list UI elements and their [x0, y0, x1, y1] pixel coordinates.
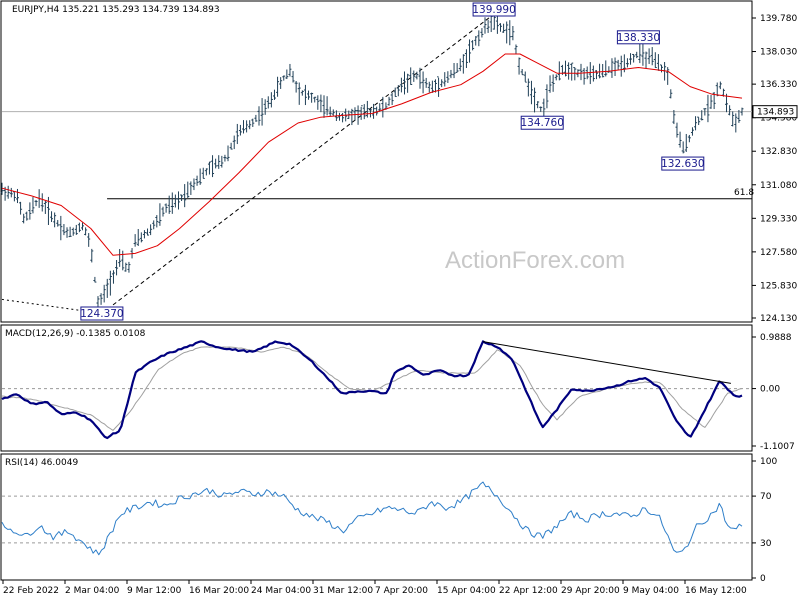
rsi-panel-frame [0, 453, 753, 581]
x-tick-label: 2 Mar 04:00 [65, 586, 120, 596]
x-tick-label: 16 Mar 20:00 [189, 586, 249, 596]
price-callout-label: 132.630 [661, 158, 704, 170]
y-tick-label: 0.00 [760, 385, 780, 395]
x-tick-label: 29 Apr 20:00 [561, 586, 620, 596]
fib-61-8-label: 61.8 [734, 188, 754, 198]
x-tick-label: 31 Mar 12:00 [313, 586, 373, 596]
y-tick-label: 124.130 [760, 314, 797, 324]
rsi-header: RSI(14) 46.0049 [5, 458, 78, 468]
price-callout: 124.370 [80, 306, 124, 321]
current-price-label: 134.893 [757, 108, 794, 118]
price-callout-label: 139.990 [472, 4, 515, 16]
x-axis-layer: 22 Feb 2022 2 Mar 04:00 9 Mar 12:00 16 Mar … [2, 580, 747, 596]
price-callout: 139.990 [472, 2, 516, 17]
y-tick-label: 129.330 [760, 214, 797, 224]
y-tick-label: 0.9888 [760, 333, 792, 343]
price-callout: 134.760 [520, 115, 564, 130]
y-tick-label: -1.1007 [760, 442, 795, 452]
price-header: EURJPY,H4 135.221 135.293 134.739 134.89… [12, 5, 220, 15]
macd-panel-frame [0, 324, 753, 452]
x-tick-label: 22 Feb 2022 [3, 586, 59, 596]
chart-canvas: EURJPY,H4 135.221 135.293 134.739 134.89… [0, 0, 798, 596]
x-tick-label: 15 Apr 04:00 [437, 586, 496, 596]
y-axis-layer: 139.780138.030136.330134.580132.830131.0… [752, 14, 798, 584]
price-callout: 132.630 [661, 156, 705, 171]
y-tick-label: 132.830 [760, 147, 797, 157]
current-price-tag: 134.893 [752, 105, 798, 119]
y-tick-label: 138.030 [760, 48, 797, 58]
watermark: ActionForex.com [445, 247, 625, 274]
x-tick-label: 22 Apr 12:00 [499, 586, 558, 596]
x-tick-label: 9 Mar 12:00 [127, 586, 182, 596]
x-tick-label: 9 May 04:00 [623, 586, 679, 596]
x-tick-label: 24 Mar 04:00 [251, 586, 311, 596]
y-tick-label: 100 [760, 457, 777, 467]
y-tick-label: 70 [760, 492, 772, 502]
price-callout-label: 138.330 [617, 32, 660, 44]
y-tick-label: 131.080 [760, 181, 797, 191]
price-callout: 138.330 [617, 30, 660, 45]
price-callout-label: 134.760 [520, 117, 563, 129]
y-tick-label: 30 [760, 539, 772, 549]
y-tick-label: 125.830 [760, 281, 797, 291]
y-tick-label: 136.330 [760, 80, 797, 90]
y-tick-label: 139.780 [760, 14, 797, 24]
x-tick-label: 16 May 12:00 [685, 586, 747, 596]
y-tick-label: 127.580 [760, 248, 797, 258]
macd-header: MACD(12,26,9) -0.1385 0.0108 [5, 329, 146, 339]
x-tick-label: 7 Apr 20:00 [375, 586, 428, 596]
y-tick-label: 0 [760, 574, 766, 584]
price-callout-label: 124.370 [80, 308, 123, 320]
